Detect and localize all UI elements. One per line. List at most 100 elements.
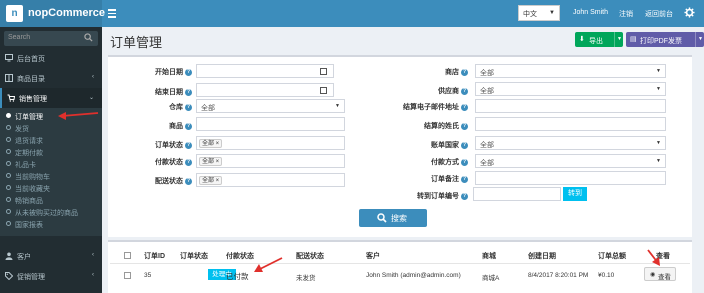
circle-icon — [6, 197, 11, 202]
goto-order-input[interactable] — [473, 187, 561, 201]
end-date-input[interactable] — [196, 83, 334, 97]
page-title: 订单管理 — [110, 35, 163, 50]
payment-status-multiselect[interactable]: 全部 × — [196, 154, 345, 168]
shipping-status-label: 配送状态? — [155, 177, 192, 185]
help-icon: ? — [461, 158, 468, 166]
submenu-item-recurring-payments[interactable]: 定期付款 — [0, 146, 102, 158]
created-on-cell: 8/4/2017 8:20:01 PM — [528, 272, 589, 279]
help-icon: ? — [461, 192, 468, 200]
column-header-order-total[interactable]: 订单总额 — [598, 251, 626, 261]
submenu-item-current-wishlists[interactable]: 当前收藏夹 — [0, 182, 102, 194]
warehouse-label: 仓库? — [169, 103, 192, 111]
help-icon: ? — [185, 88, 192, 96]
caret-down-icon: ▼ — [698, 36, 703, 42]
vendor-select[interactable]: 全部 ▼ — [475, 82, 666, 96]
eye-icon: ◉ — [650, 272, 656, 278]
caret-down-icon: ▼ — [335, 103, 340, 109]
caret-down-icon: ▼ — [656, 86, 661, 92]
back-to-store-link[interactable]: 返回前台 — [645, 9, 673, 19]
submenu-item-orders[interactable]: 订单管理 — [0, 110, 102, 122]
circle-icon — [6, 209, 11, 214]
orders-table — [108, 240, 692, 293]
caret-down-icon: ▼ — [656, 158, 661, 164]
menu-toggle-icon[interactable] — [108, 7, 118, 19]
billing-lastname-input[interactable] — [475, 117, 666, 131]
submenu-item-bestsellers[interactable]: 畅销商品 — [0, 194, 102, 206]
circle-icon — [6, 113, 11, 118]
column-header-order-status[interactable]: 订单状态 — [180, 251, 208, 261]
sidebar-item-label: 促销管理 — [17, 274, 45, 281]
export-button[interactable]: ⬇ 导出 ▼ — [575, 32, 623, 47]
pdf-dropdown-toggle[interactable]: ▼ — [695, 32, 704, 47]
payment-method-select[interactable]: 全部 ▼ — [475, 154, 666, 168]
order-id-cell: 35 — [144, 272, 152, 279]
circle-icon — [6, 185, 11, 190]
selected-tag: 全部 × — [199, 176, 223, 185]
help-icon: ? — [185, 68, 192, 76]
sidebar-item-sales[interactable]: 销售管理 ⌄ — [0, 88, 102, 108]
column-header-customer[interactable]: 客户 — [366, 251, 380, 261]
submenu-item-current-carts[interactable]: 当前购物车 — [0, 170, 102, 182]
product-input[interactable] — [196, 117, 345, 131]
help-icon: ? — [461, 122, 468, 130]
column-header-payment-status[interactable]: 付款状态 — [226, 251, 254, 261]
sidebar-item-catalog[interactable]: 商品目录 ‹ — [0, 68, 102, 88]
select-all-checkbox[interactable] — [124, 252, 131, 259]
language-select[interactable]: 中文 ▼ — [518, 5, 560, 21]
sidebar-search-input[interactable]: Search — [4, 31, 98, 46]
sidebar-item-dashboard[interactable]: 后台首页 — [0, 48, 102, 68]
sidebar-item-customers[interactable]: 客户 ‹ — [0, 246, 102, 266]
calendar-icon[interactable] — [320, 87, 327, 94]
help-icon: ? — [185, 122, 192, 130]
circle-icon — [6, 125, 11, 130]
help-icon: ? — [185, 177, 192, 185]
sales-submenu: 订单管理 发货 退货请求 定期付款 礼品卡 当前购物车 当前收藏夹 畅销商品 从… — [0, 108, 102, 236]
tags-icon — [5, 272, 14, 281]
column-header-shipping-status[interactable]: 配送状态 — [296, 251, 324, 261]
submenu-item-return-requests[interactable]: 退货请求 — [0, 134, 102, 146]
sidebar-item-label: 后台首页 — [17, 56, 45, 63]
column-header-order-id[interactable]: 订单ID — [144, 251, 165, 261]
goto-order-label: 转到订单编号? — [417, 192, 468, 200]
shipping-status-multiselect[interactable]: 全部 × — [196, 173, 345, 187]
user-name-link[interactable]: John Smith — [573, 9, 608, 16]
shipping-status-cell: 未发货 — [296, 275, 316, 282]
export-dropdown-toggle[interactable]: ▼ — [614, 32, 623, 47]
help-icon: ? — [461, 175, 468, 183]
end-date-label: 结束日期? — [155, 88, 192, 96]
goto-order-button[interactable]: 转到 — [563, 187, 587, 201]
help-icon: ? — [185, 158, 192, 166]
billing-email-input[interactable] — [475, 99, 666, 113]
billing-country-select[interactable]: 全部 ▼ — [475, 136, 666, 150]
submenu-item-country-report[interactable]: 国家报表 — [0, 218, 102, 230]
column-header-created-on[interactable]: 创建日期 — [528, 251, 556, 261]
file-pdf-icon: ▤ — [630, 36, 637, 43]
logo[interactable]: n nopCommerce — [0, 0, 105, 27]
search-button[interactable]: 搜索 — [359, 209, 427, 227]
order-status-multiselect[interactable]: 全部 × — [196, 136, 345, 150]
submenu-item-shipments[interactable]: 发货 — [0, 122, 102, 134]
column-header-store[interactable]: 商城 — [482, 251, 496, 261]
print-pdf-invoices-button[interactable]: ▤ 打印PDF发票 ▼ — [626, 32, 704, 47]
calendar-icon[interactable] — [320, 68, 327, 75]
content-header: 订单管理 ⬇ 导出 ▼ ▤ 打印PDF发票 ▼ — [102, 27, 704, 53]
store-select[interactable]: 全部 ▼ — [475, 64, 666, 78]
view-order-button[interactable]: ◉ 查看 — [644, 267, 676, 281]
logout-link[interactable]: 注销 — [619, 9, 633, 19]
row-checkbox[interactable] — [124, 272, 131, 279]
circle-icon — [6, 149, 11, 154]
search-icon[interactable] — [84, 33, 94, 43]
order-total-cell: ¥0.10 — [598, 272, 615, 279]
start-date-input[interactable] — [196, 64, 334, 78]
sidebar-item-promotions[interactable]: 促销管理 ‹ — [0, 266, 102, 286]
gear-icon[interactable] — [684, 7, 696, 19]
search-placeholder: Search — [8, 34, 31, 41]
warehouse-select[interactable]: 全部 ▼ — [196, 99, 345, 113]
submenu-item-never-sold[interactable]: 从未被购买过的商品 — [0, 206, 102, 218]
help-icon: ? — [185, 103, 192, 111]
submenu-item-gift-cards[interactable]: 礼品卡 — [0, 158, 102, 170]
top-header: n nopCommerce 中文 ▼ John Smith 注销 返回前台 — [0, 0, 704, 27]
order-status-label: 订单状态? — [155, 141, 192, 149]
circle-icon — [6, 221, 11, 226]
order-notes-input[interactable] — [475, 171, 666, 185]
